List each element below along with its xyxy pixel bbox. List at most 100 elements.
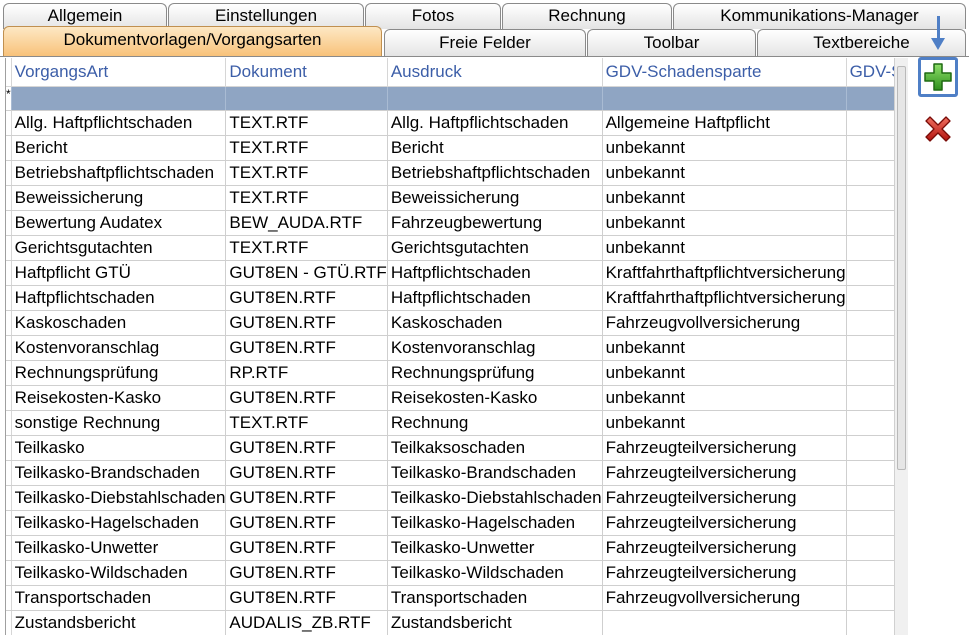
cell-ausdruck[interactable]: Fahrzeugbewertung — [387, 210, 603, 236]
cell-gdv-schadensparte[interactable] — [602, 610, 847, 635]
cell-ausdruck[interactable]: Betriebshaftpflichtschaden — [387, 160, 603, 186]
cell-gdv-schadenart[interactable] — [846, 410, 895, 436]
cell-dokument[interactable]: TEXT.RTF — [225, 235, 388, 261]
cell-gdv-schadensparte[interactable]: Fahrzeugteilversicherung — [602, 460, 847, 486]
tab-kommunikations-manager[interactable]: Kommunikations-Manager — [673, 3, 966, 29]
cell-gdv-schadensparte[interactable]: Fahrzeugteilversicherung — [602, 510, 847, 536]
cell-vorgangsart[interactable]: Rechnungsprüfung — [11, 360, 227, 386]
new-row-cell[interactable] — [225, 86, 388, 111]
cell-ausdruck[interactable]: Reisekosten-Kasko — [387, 385, 603, 411]
cell-ausdruck[interactable]: Bericht — [387, 135, 603, 161]
cell-vorgangsart[interactable]: Teilkasko-Wildschaden — [11, 560, 227, 586]
tab-toolbar[interactable]: Toolbar — [587, 29, 756, 56]
cell-gdv-schadensparte[interactable]: Fahrzeugteilversicherung — [602, 535, 847, 561]
column-header-gdv-schadensparte[interactable]: GDV-Schadensparte — [602, 58, 847, 87]
cell-ausdruck[interactable]: Beweissicherung — [387, 185, 603, 211]
cell-vorgangsart[interactable]: Teilkasko-Brandschaden — [11, 460, 227, 486]
tab-rechnung[interactable]: Rechnung — [502, 3, 672, 29]
cell-gdv-schadensparte[interactable]: unbekannt — [602, 235, 847, 261]
cell-ausdruck[interactable]: Teilkasko-Wildschaden — [387, 560, 603, 586]
cell-gdv-schadenart[interactable] — [846, 360, 895, 386]
cell-gdv-schadenart[interactable] — [846, 135, 895, 161]
tab-dokumentvorlagen-vorgangsarten[interactable]: Dokumentvorlagen/Vorgangsarten — [3, 26, 382, 56]
cell-dokument[interactable]: GUT8EN.RTF — [225, 585, 388, 611]
cell-dokument[interactable]: GUT8EN.RTF — [225, 460, 388, 486]
cell-ausdruck[interactable]: Rechnungsprüfung — [387, 360, 603, 386]
cell-gdv-schadensparte[interactable]: Fahrzeugteilversicherung — [602, 435, 847, 461]
table-row[interactable]: Reisekosten-Kasko GUT8EN.RTF Reisekosten-K… — [6, 385, 895, 411]
cell-gdv-schadensparte[interactable]: Fahrzeugvollversicherung — [602, 310, 847, 336]
new-row-cell[interactable] — [387, 86, 603, 111]
cell-gdv-schadenart[interactable] — [846, 585, 895, 611]
cell-gdv-schadenart[interactable] — [846, 285, 895, 311]
cell-gdv-schadenart[interactable] — [846, 435, 895, 461]
cell-gdv-schadensparte[interactable]: unbekannt — [602, 360, 847, 386]
cell-vorgangsart[interactable]: Allg. Haftpflichtschaden — [11, 110, 227, 136]
cell-gdv-schadensparte[interactable]: unbekannt — [602, 210, 847, 236]
new-row[interactable]: * — [6, 86, 895, 111]
cell-gdv-schadenart[interactable] — [846, 535, 895, 561]
cell-ausdruck[interactable]: Teilkaksoschaden — [387, 435, 603, 461]
vertical-scrollbar[interactable] — [894, 58, 908, 635]
cell-dokument[interactable]: GUT8EN.RTF — [225, 435, 388, 461]
cell-ausdruck[interactable]: Transportschaden — [387, 585, 603, 611]
cell-vorgangsart[interactable]: Bewertung Audatex — [11, 210, 227, 236]
table-row[interactable]: Teilkasko-Diebstahlschaden GUT8EN.RTF Teil… — [6, 485, 895, 511]
cell-gdv-schadenart[interactable] — [846, 460, 895, 486]
cell-gdv-schadenart[interactable] — [846, 185, 895, 211]
cell-dokument[interactable]: GUT8EN.RTF — [225, 535, 388, 561]
cell-dokument[interactable]: BEW_AUDA.RTF — [225, 210, 388, 236]
table-row[interactable]: Haftpflichtschaden GUT8EN.RTF Haftpflichts… — [6, 285, 895, 311]
cell-dokument[interactable]: GUT8EN.RTF — [225, 335, 388, 361]
cell-gdv-schadensparte[interactable]: Kraftfahrthaftpflichtversicherung — [602, 285, 847, 311]
table-row[interactable]: Transportschaden GUT8EN.RTF Transportschad… — [6, 585, 895, 611]
cell-gdv-schadenart[interactable] — [846, 160, 895, 186]
cell-vorgangsart[interactable]: Teilkasko-Unwetter — [11, 535, 227, 561]
table-row[interactable]: Bericht TEXT.RTF Bericht unbekannt — [6, 135, 895, 161]
cell-ausdruck[interactable]: Gerichtsgutachten — [387, 235, 603, 261]
cell-gdv-schadensparte[interactable]: unbekannt — [602, 410, 847, 436]
new-row-cell[interactable] — [11, 86, 227, 111]
cell-vorgangsart[interactable]: Reisekosten-Kasko — [11, 385, 227, 411]
column-header-gdv-schadenart[interactable]: GDV-Schadenart — [846, 58, 895, 87]
delete-row-button[interactable] — [921, 112, 955, 146]
cell-dokument[interactable]: GUT8EN.RTF — [225, 510, 388, 536]
cell-dokument[interactable]: TEXT.RTF — [225, 160, 388, 186]
table-row[interactable]: Kostenvoranschlag GUT8EN.RTF Kostenvoransc… — [6, 335, 895, 361]
new-row-cell[interactable] — [846, 86, 895, 111]
cell-gdv-schadenart[interactable] — [846, 335, 895, 361]
cell-ausdruck[interactable]: Teilkasko-Diebstahlschaden — [387, 485, 603, 511]
cell-vorgangsart[interactable]: Haftpflicht GTÜ — [11, 260, 227, 286]
table-row[interactable]: Teilkasko GUT8EN.RTF Teilkaksoschaden Fahrz… — [6, 435, 895, 461]
cell-gdv-schadensparte[interactable]: Fahrzeugteilversicherung — [602, 560, 847, 586]
cell-gdv-schadensparte[interactable]: unbekannt — [602, 185, 847, 211]
table-row[interactable]: Teilkasko-Brandschaden GUT8EN.RTF Teilkask… — [6, 460, 895, 486]
cell-dokument[interactable]: RP.RTF — [225, 360, 388, 386]
cell-vorgangsart[interactable]: Bericht — [11, 135, 227, 161]
table-row[interactable]: Teilkasko-Hagelschaden GUT8EN.RTF Teilkask… — [6, 510, 895, 536]
column-header-ausdruck[interactable]: Ausdruck — [387, 58, 603, 87]
cell-vorgangsart[interactable]: Teilkasko-Hagelschaden — [11, 510, 227, 536]
table-row[interactable]: Teilkasko-Wildschaden GUT8EN.RTF Teilkasko… — [6, 560, 895, 586]
table-row[interactable]: Gerichtsgutachten TEXT.RTF Gerichtsgutacht… — [6, 235, 895, 261]
cell-ausdruck[interactable]: Allg. Haftpflichtschaden — [387, 110, 603, 136]
table-row[interactable]: sonstige Rechnung TEXT.RTF Rechnung unbekan… — [6, 410, 895, 436]
cell-vorgangsart[interactable]: Teilkasko — [11, 435, 227, 461]
cell-vorgangsart[interactable]: Beweissicherung — [11, 185, 227, 211]
cell-ausdruck[interactable]: Teilkasko-Unwetter — [387, 535, 603, 561]
cell-gdv-schadenart[interactable] — [846, 260, 895, 286]
cell-gdv-schadenart[interactable] — [846, 110, 895, 136]
cell-gdv-schadenart[interactable] — [846, 210, 895, 236]
table-row[interactable]: Kaskoschaden GUT8EN.RTF Kaskoschaden Fahrze… — [6, 310, 895, 336]
cell-vorgangsart[interactable]: Zustandsbericht — [11, 610, 227, 635]
cell-dokument[interactable]: GUT8EN.RTF — [225, 560, 388, 586]
cell-vorgangsart[interactable]: Betriebshaftpflichtschaden — [11, 160, 227, 186]
table-row[interactable]: Rechnungsprüfung RP.RTF Rechnungsprüfung un… — [6, 360, 895, 386]
cell-gdv-schadenart[interactable] — [846, 235, 895, 261]
cell-gdv-schadensparte[interactable]: unbekannt — [602, 135, 847, 161]
cell-vorgangsart[interactable]: Teilkasko-Diebstahlschaden — [11, 485, 227, 511]
cell-gdv-schadenart[interactable] — [846, 385, 895, 411]
table-row[interactable]: Zustandsbericht AUDALIS_ZB.RTF Zustandsber… — [6, 610, 895, 635]
cell-vorgangsart[interactable]: Haftpflichtschaden — [11, 285, 227, 311]
cell-dokument[interactable]: TEXT.RTF — [225, 185, 388, 211]
